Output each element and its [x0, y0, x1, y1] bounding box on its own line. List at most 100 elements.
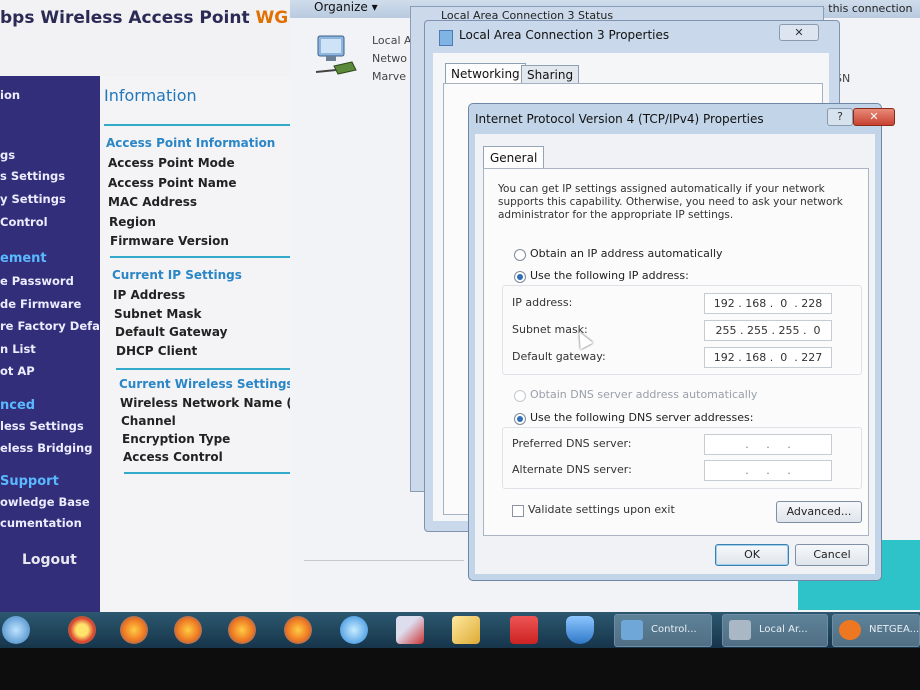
- firefox-icon[interactable]: [228, 616, 256, 644]
- row-region: Region: [109, 215, 156, 229]
- change-connection-link[interactable]: e this connection: [818, 2, 912, 15]
- row-ap-name: Access Point Name: [108, 176, 237, 190]
- nav-heading-support: Support: [0, 474, 59, 489]
- nav-item-7[interactable]: de Firmware: [0, 297, 81, 311]
- section-wireless: Current Wireless Settings: [119, 377, 294, 391]
- row-ap-mode: Access Point Mode: [108, 156, 235, 170]
- row-firmware: Firmware Version: [110, 234, 229, 248]
- tab-general[interactable]: General: [483, 146, 545, 169]
- firefox-icon[interactable]: [284, 616, 312, 644]
- firefox-icon[interactable]: [174, 616, 202, 644]
- row-ssid: Wireless Network Name (SSID): [120, 396, 300, 410]
- firefox-icon: [839, 620, 861, 640]
- router-brand-title: bps Wireless Access Point WG: [0, 8, 288, 28]
- use-following-ip-label: Use the following IP address:: [530, 269, 689, 282]
- cancel-button[interactable]: Cancel: [795, 544, 869, 566]
- description-text: You can get IP settings assigned automat…: [498, 183, 843, 221]
- general-pane: You can get IP settings assigned automat…: [483, 168, 869, 536]
- nav-item-6[interactable]: e Password: [0, 274, 74, 288]
- taskbar: Control... Local Ar... NETGEA...: [0, 612, 920, 648]
- nav-item-13[interactable]: eless Bridging: [0, 441, 92, 455]
- nav-item-1[interactable]: gs: [0, 148, 15, 162]
- router-model-text: WG: [255, 8, 289, 28]
- row-encryption: Encryption Type: [122, 432, 231, 446]
- tools-icon[interactable]: [396, 616, 424, 644]
- row-subnet: Subnet Mask: [114, 307, 202, 321]
- help-button[interactable]: ?: [827, 108, 853, 126]
- nav-item-10[interactable]: ot AP: [0, 364, 35, 378]
- row-mac: MAC Address: [108, 195, 198, 209]
- nav-item-15[interactable]: owledge Base: [0, 495, 90, 509]
- network-icon: [439, 30, 453, 46]
- properties-dialog-title: Local Area Connection 3 Properties: [459, 28, 670, 42]
- nav-item-2[interactable]: s Settings: [0, 169, 65, 183]
- chrome-icon[interactable]: [68, 616, 96, 644]
- tab-sharing[interactable]: Sharing: [521, 65, 580, 84]
- utility-icon[interactable]: [452, 616, 480, 644]
- logout-link[interactable]: Logout: [22, 552, 77, 568]
- close-button[interactable]: ✕: [853, 108, 895, 126]
- validate-checkbox[interactable]: [512, 505, 524, 517]
- firefox-icon[interactable]: [120, 616, 148, 644]
- nav-item-12[interactable]: less Settings: [0, 419, 84, 433]
- nav-item-4[interactable]: Control: [0, 215, 48, 229]
- task-label: NETGEA...: [869, 624, 920, 635]
- taskbar-item-control-panel[interactable]: Control...: [614, 614, 712, 647]
- obtain-ip-auto-radio[interactable]: [514, 249, 526, 261]
- nav-item-16[interactable]: cumentation: [0, 516, 82, 530]
- task-label: Control...: [651, 624, 697, 635]
- taskbar-item-netgear[interactable]: NETGEA...: [832, 614, 920, 647]
- nav-item-3[interactable]: y Settings: [0, 192, 66, 206]
- ipv4-properties-dialog: Internet Protocol Version 4 (TCP/IPv4) P…: [468, 103, 895, 581]
- preferred-dns-field[interactable]: . . .: [704, 434, 832, 455]
- use-following-dns-radio[interactable]: [514, 413, 526, 425]
- divider: [104, 124, 290, 126]
- section-ap-info: Access Point Information: [106, 136, 276, 150]
- ipv4-dialog-title: Internet Protocol Version 4 (TCP/IPv4) P…: [475, 112, 764, 126]
- divider: [110, 256, 290, 258]
- nav-heading-advanced: nced: [0, 398, 36, 413]
- subnet-mask-field[interactable]: 255 . 255 . 255 . 0: [704, 320, 832, 341]
- organize-menu[interactable]: Organize ▾: [314, 0, 378, 14]
- section-ip-settings: Current IP Settings: [112, 268, 242, 282]
- shield-icon[interactable]: [566, 616, 594, 644]
- control-panel-icon: [621, 620, 643, 640]
- ip-address-label: IP address:: [512, 296, 573, 309]
- task-label: Local Ar...: [759, 624, 808, 635]
- obtain-dns-auto-radio[interactable]: [514, 390, 526, 402]
- start-button-icon[interactable]: [2, 616, 30, 644]
- alternate-dns-field[interactable]: . . .: [704, 460, 832, 481]
- nav-item-0[interactable]: ion: [0, 88, 20, 102]
- obtain-dns-auto-label: Obtain DNS server address automatically: [530, 388, 758, 401]
- monitor-bezel: [0, 648, 920, 690]
- row-ip-address: IP Address: [113, 288, 186, 302]
- router-info-panel: Information Access Point Information Acc…: [100, 76, 300, 612]
- close-button[interactable]: ✕: [779, 24, 819, 41]
- router-title-text: bps Wireless Access Point: [0, 8, 256, 28]
- validate-label: Validate settings upon exit: [528, 503, 675, 516]
- alternate-dns-label: Alternate DNS server:: [512, 463, 632, 476]
- preferred-dns-label: Preferred DNS server:: [512, 437, 632, 450]
- tab-networking[interactable]: Networking: [445, 63, 526, 84]
- ok-button[interactable]: OK: [715, 544, 789, 566]
- ip-address-field[interactable]: 192 . 168 . 0 . 228: [704, 293, 832, 314]
- flash-icon[interactable]: [510, 616, 538, 644]
- network-adapter-icon[interactable]: [312, 32, 362, 82]
- info-title: Information: [104, 86, 197, 105]
- use-following-ip-radio[interactable]: [514, 271, 526, 283]
- divider: [304, 560, 464, 561]
- row-dhcp: DHCP Client: [116, 344, 198, 358]
- advanced-button[interactable]: Advanced...: [776, 501, 862, 523]
- nav-item-9[interactable]: n List: [0, 342, 36, 356]
- default-gateway-field[interactable]: 192 . 168 . 0 . 227: [704, 347, 832, 368]
- taskbar-item-local-area[interactable]: Local Ar...: [722, 614, 828, 647]
- router-header: bps Wireless Access Point WG: [0, 0, 300, 76]
- connection-network: Netwo: [372, 52, 408, 65]
- row-gateway: Default Gateway: [115, 325, 228, 339]
- connection-device: Marve: [372, 70, 407, 83]
- internet-explorer-icon[interactable]: [340, 616, 368, 644]
- network-icon: [729, 620, 751, 640]
- divider: [124, 472, 296, 474]
- connection-name: Local A: [372, 34, 412, 47]
- router-web-page: bps Wireless Access Point WG ion gs s Se…: [0, 0, 300, 612]
